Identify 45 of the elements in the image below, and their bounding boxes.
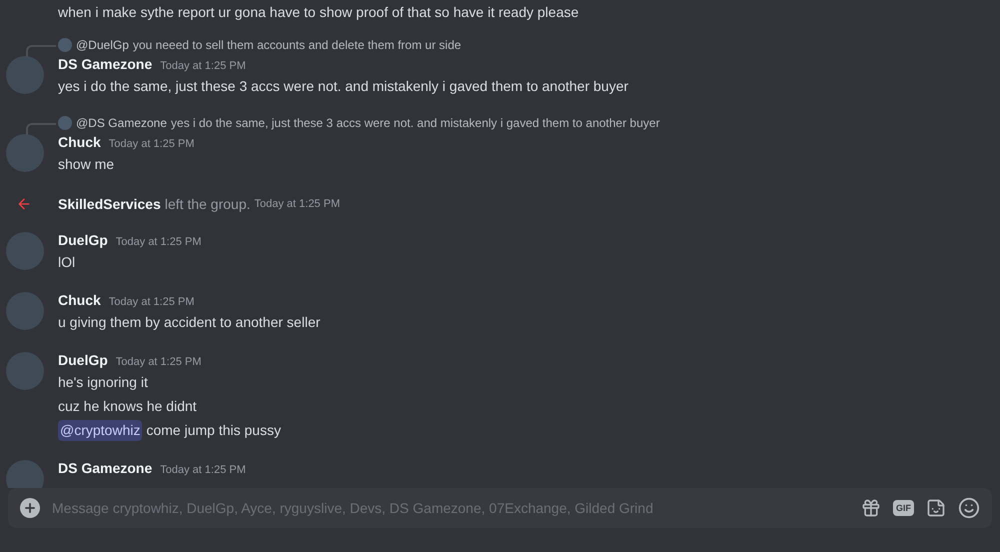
username[interactable]: DuelGp [58, 230, 108, 251]
username[interactable]: Chuck [58, 290, 101, 311]
timestamp: Today at 1:25 PM [108, 295, 194, 310]
avatar [58, 116, 72, 130]
gift-icon[interactable] [861, 498, 881, 518]
reply-author[interactable]: @DS Gamezone [76, 114, 167, 132]
timestamp: Today at 1:25 PM [254, 196, 340, 212]
message-composer[interactable]: Message cryptowhiz, DuelGp, Ayce, ryguyslive, Devs, DS Gamezone, 07Exchange, Gilded Grind GIF [8, 488, 992, 528]
system-text: left the group. [164, 194, 250, 214]
avatar[interactable] [6, 56, 44, 94]
message-text: lOl [58, 252, 76, 272]
avatar[interactable] [6, 134, 44, 172]
left-arrow-icon [16, 196, 32, 212]
message-text: come jump this pussy [146, 420, 281, 440]
message-text: show me [58, 154, 114, 174]
message-input[interactable]: Message cryptowhiz, DuelGp, Ayce, ryguyslive, Devs, DS Gamezone, 07Exchange, Gilded Grind [52, 498, 849, 518]
username[interactable]: DS Gamezone [58, 54, 152, 75]
message-text: u giving them by accident to another seller [58, 312, 320, 332]
timestamp: Today at 1:25 PM [108, 137, 194, 152]
plus-icon [23, 501, 37, 515]
username[interactable]: Chuck [58, 132, 101, 153]
avatar[interactable] [6, 292, 44, 330]
avatar[interactable] [6, 232, 44, 270]
message-text: he's ignoring it [58, 372, 148, 392]
timestamp: Today at 1:25 PM [160, 463, 246, 478]
message-text: when i make sythe report ur gona have to show proof of that so have it ready please [58, 4, 580, 20]
avatar[interactable] [6, 460, 44, 488]
emoji-icon[interactable] [958, 497, 980, 519]
user-mention[interactable]: @cryptowhiz [58, 420, 142, 440]
timestamp: Today at 1:25 PM [116, 235, 202, 250]
timestamp: Today at 1:25 PM [160, 59, 246, 74]
avatar [58, 38, 72, 52]
reply-author[interactable]: @DuelGp [76, 36, 129, 54]
avatar[interactable] [6, 352, 44, 390]
add-button[interactable] [20, 498, 40, 518]
gif-button[interactable]: GIF [893, 500, 914, 516]
message-text: cuz he knows he didnt [58, 396, 197, 416]
username[interactable]: DS Gamezone [58, 458, 152, 479]
timestamp: Today at 1:25 PM [116, 355, 202, 370]
sticker-icon[interactable] [926, 498, 946, 518]
message-text: yes i do the same, just these 3 accs were not. and mistakenly i gaved them to another buyer [58, 76, 628, 96]
reply-text[interactable]: you neeed to sell them accounts and delete them from ur side [132, 36, 462, 54]
username[interactable]: DuelGp [58, 350, 108, 371]
reply-text[interactable]: yes i do the same, just these 3 accs were not. and mistakenly i gaved them to another buyer [170, 114, 660, 132]
username[interactable]: SkilledServices [58, 194, 161, 214]
